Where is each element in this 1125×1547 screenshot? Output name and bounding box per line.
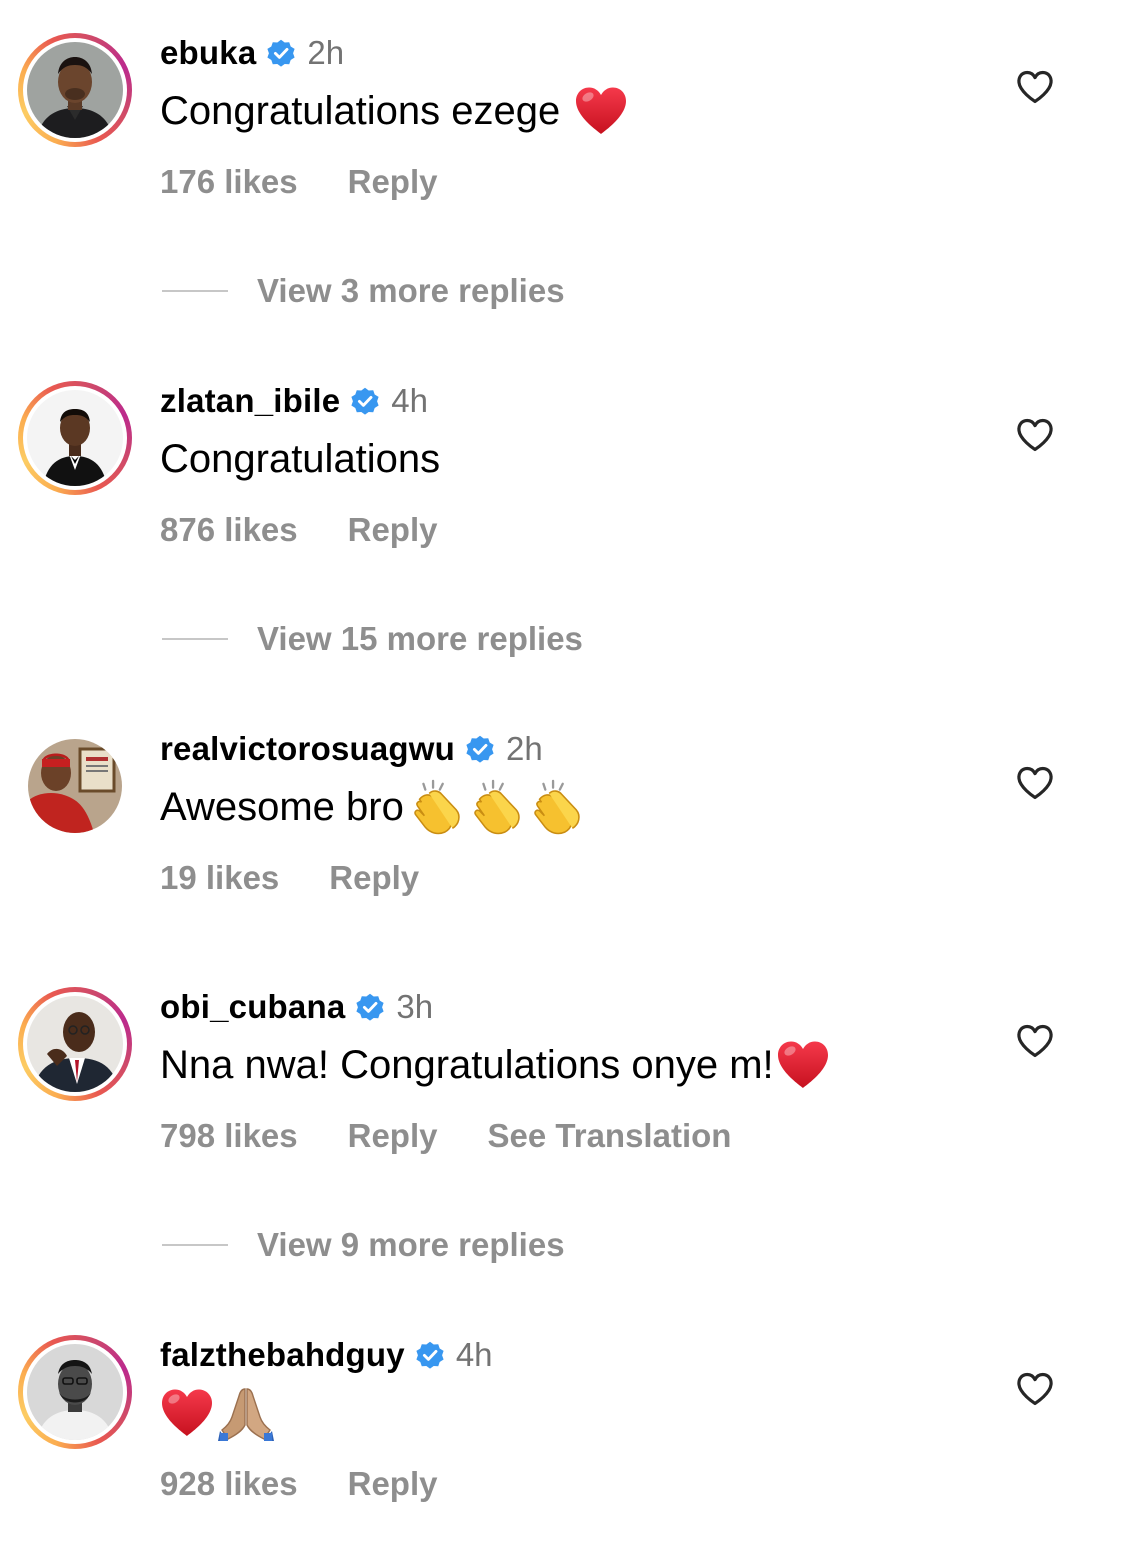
view-replies-label[interactable]: View 15 more replies (257, 620, 583, 658)
likes-count[interactable]: 876 likes (160, 511, 298, 549)
red-heart-emoji (574, 86, 628, 136)
verified-badge-icon (414, 1339, 446, 1371)
comment-body: Congratulations (160, 436, 441, 481)
reply-button[interactable]: Reply (348, 163, 438, 201)
timestamp: 4h (391, 382, 429, 419)
red-heart-emoji (160, 1388, 214, 1438)
view-replies-button[interactable]: View 9 more replies (162, 1225, 565, 1265)
comment-body: Congratulations ezege (160, 88, 561, 133)
timestamp: 3h (396, 988, 434, 1025)
heart-outline-icon[interactable] (1015, 1021, 1055, 1061)
red-heart-emoji (776, 1040, 830, 1090)
comment-header: obi_cubana 3h (160, 987, 433, 1027)
see-translation-button[interactable]: See Translation (488, 1117, 732, 1155)
folded-hands-emoji (218, 1385, 274, 1441)
replies-divider (162, 1244, 228, 1246)
heart-outline-icon[interactable] (1015, 415, 1055, 455)
clapping-hands-emoji (526, 778, 584, 836)
avatar[interactable] (18, 1335, 132, 1449)
likes-count[interactable]: 928 likes (160, 1465, 298, 1503)
username[interactable]: realvictorosuagwu (160, 730, 455, 768)
timestamp: 4h (455, 1336, 493, 1373)
likes-count[interactable]: 19 likes (160, 859, 279, 897)
clapping-hands-emoji (466, 778, 524, 836)
view-replies-label[interactable]: View 9 more replies (257, 1226, 565, 1264)
view-replies-button[interactable]: View 3 more replies (162, 271, 565, 311)
verified-badge-icon (349, 385, 381, 417)
verified-badge-icon (464, 733, 496, 765)
reply-button[interactable]: Reply (348, 1465, 438, 1503)
comment-header: ebuka 2h (160, 33, 344, 73)
avatar[interactable] (18, 987, 132, 1101)
username[interactable]: zlatan_ibile (160, 382, 340, 420)
likes-count[interactable]: 176 likes (160, 163, 298, 201)
avatar[interactable] (18, 729, 132, 843)
avatar[interactable] (18, 381, 132, 495)
verified-badge-icon (265, 37, 297, 69)
comment-actions: 876 likes Reply (160, 510, 488, 550)
comment-actions: 19 likes Reply (160, 858, 469, 898)
comment-body: Awesome bro (160, 784, 404, 829)
comment-text: Awesome bro (160, 779, 584, 835)
comment-header: zlatan_ibile 4h (160, 381, 428, 421)
clapping-hands-emoji (406, 778, 464, 836)
heart-outline-icon[interactable] (1015, 763, 1055, 803)
username[interactable]: obi_cubana (160, 988, 345, 1026)
replies-divider (162, 290, 228, 292)
comment-header: falzthebahdguy 4h (160, 1335, 493, 1375)
timestamp: 2h (506, 730, 543, 767)
view-replies-label[interactable]: View 3 more replies (257, 272, 565, 310)
comment-actions: 928 likes Reply (160, 1464, 488, 1504)
view-replies-button[interactable]: View 15 more replies (162, 619, 583, 659)
comment-text: Congratulations (160, 431, 440, 487)
avatar[interactable] (18, 33, 132, 147)
heart-outline-icon[interactable] (1015, 67, 1055, 107)
reply-button[interactable]: Reply (348, 1117, 438, 1155)
timestamp: 2h (307, 34, 345, 71)
comment-header: realvictorosuagwu 2h (160, 729, 543, 769)
comment-text (160, 1385, 274, 1441)
verified-badge-icon (354, 991, 386, 1023)
likes-count[interactable]: 798 likes (160, 1117, 298, 1155)
comment-actions: 176 likes Reply (160, 162, 488, 202)
replies-divider (162, 638, 228, 640)
comment-actions: 798 likes Reply See Translation (160, 1116, 781, 1156)
username[interactable]: ebuka (160, 34, 256, 72)
heart-outline-icon[interactable] (1015, 1369, 1055, 1409)
comment-text: Congratulations ezege (160, 83, 628, 139)
comment-body: Nna nwa! Congratulations onye m! (160, 1042, 774, 1087)
comment-text: Nna nwa! Congratulations onye m! (160, 1037, 830, 1093)
reply-button[interactable]: Reply (348, 511, 438, 549)
reply-button[interactable]: Reply (329, 859, 419, 897)
username[interactable]: falzthebahdguy (160, 1336, 405, 1374)
